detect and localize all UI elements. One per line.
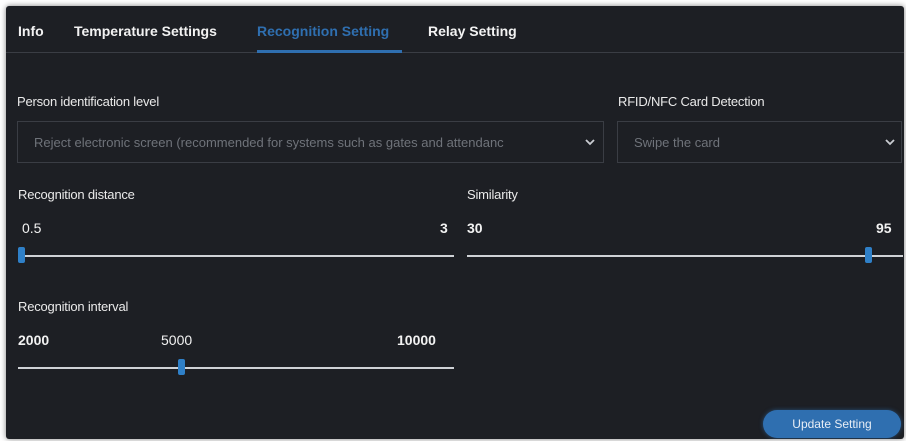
recognition-distance-max: 3 [440, 220, 448, 236]
similarity-min: 30 [467, 220, 483, 236]
recognition-distance-thumb[interactable] [18, 247, 25, 263]
person-identification-select[interactable]: Reject electronic screen (recommended fo… [17, 121, 604, 163]
recognition-distance-track[interactable] [18, 255, 454, 257]
recognition-interval-track[interactable] [18, 367, 454, 369]
chevron-down-icon [585, 139, 595, 146]
settings-panel: Info Temperature Settings Recognition Se… [6, 6, 904, 439]
similarity-label: Similarity [467, 187, 518, 202]
recognition-interval-thumb[interactable] [178, 359, 185, 375]
similarity-thumb[interactable] [865, 247, 872, 263]
active-tab-indicator [257, 50, 402, 53]
recognition-interval-max: 10000 [397, 332, 436, 348]
card-detection-select[interactable]: Swipe the card [617, 121, 902, 163]
recognition-distance-label: Recognition distance [18, 187, 135, 202]
tab-info[interactable]: Info [18, 23, 44, 39]
tab-recognition-setting[interactable]: Recognition Setting [257, 23, 389, 39]
similarity-max: 95 [876, 220, 892, 236]
chevron-down-icon [885, 139, 895, 146]
recognition-interval-min: 2000 [18, 332, 50, 348]
recognition-distance-min: 0.5 [22, 220, 42, 236]
person-identification-value: Reject electronic screen (recommended fo… [34, 135, 504, 150]
person-identification-label: Person identification level [17, 94, 160, 109]
recognition-interval-label: Recognition interval [18, 299, 129, 314]
tab-relay-setting[interactable]: Relay Setting [428, 23, 517, 39]
similarity-track[interactable] [467, 255, 903, 257]
tab-temperature-settings[interactable]: Temperature Settings [74, 23, 217, 39]
card-detection-label: RFID/NFC Card Detection [618, 94, 765, 109]
tab-bar: Info Temperature Settings Recognition Se… [6, 6, 904, 53]
recognition-interval-current: 5000 [161, 332, 193, 348]
card-detection-value: Swipe the card [634, 135, 720, 150]
update-setting-button[interactable]: Update Setting [763, 410, 901, 438]
